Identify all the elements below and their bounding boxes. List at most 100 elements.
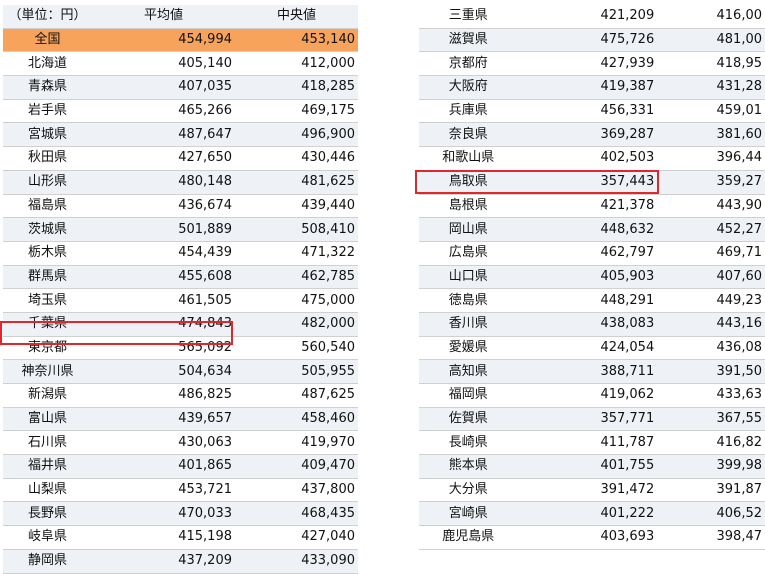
prefecture-cell: 千葉県	[3, 312, 92, 337]
median-value-cell: 427,040	[235, 525, 358, 550]
mean-value-cell: 419,387	[517, 75, 658, 100]
table-row: 石川県 430,063 419,970	[3, 430, 358, 456]
mean-value-cell: 405,903	[517, 265, 658, 290]
table-row: 秋田県 427,650 430,446	[3, 146, 358, 171]
mean-value-cell: 470,033	[92, 501, 235, 527]
prefecture-cell: 岩手県	[3, 99, 92, 124]
mean-value-cell: 415,198	[92, 525, 235, 550]
median-value-cell: 391,50	[657, 359, 765, 384]
table-row: 栃木県 454,439 471,322	[3, 241, 358, 266]
mean-value-cell: 456,331	[517, 99, 658, 124]
table-row: 山形県 480,148 481,625	[3, 170, 358, 195]
median-value-cell: 430,446	[235, 146, 358, 171]
median-value-cell: 433,63	[657, 383, 765, 408]
prefecture-cell: 岡山県	[419, 217, 518, 242]
table-row: 青森県 407,035 418,285	[3, 75, 358, 100]
mean-value-cell: 486,825	[92, 383, 235, 408]
table-row: 福岡県 419,062 433,63	[419, 383, 765, 408]
median-value-cell: 469,175	[235, 99, 358, 124]
prefecture-cell: 宮城県	[3, 122, 92, 148]
mean-value-cell: 419,062	[517, 383, 658, 408]
median-value-cell: 391,87	[657, 478, 765, 503]
median-value-cell: 406,52	[657, 501, 765, 527]
mean-value-cell: 438,083	[517, 312, 658, 337]
prefecture-cell: 奈良県	[419, 122, 518, 148]
mean-value-cell: 430,063	[92, 430, 235, 456]
mean-value-cell: 421,378	[517, 194, 658, 219]
mean-value-cell: 388,711	[517, 359, 658, 384]
prefecture-cell: 大分県	[419, 478, 518, 503]
mean-value-cell: 448,632	[517, 217, 658, 242]
median-value-cell: 412,000	[235, 51, 358, 77]
mean-value-cell: 427,939	[517, 51, 658, 77]
median-value-cell: 367,55	[657, 407, 765, 432]
median-value-cell: 407,60	[657, 265, 765, 290]
median-value-cell: 560,540	[235, 336, 358, 361]
prefecture-cell: 秋田県	[3, 146, 92, 171]
table-row: 山口県 405,903 407,60	[419, 265, 765, 290]
mean-value-cell: 407,035	[92, 75, 235, 100]
mean-value-cell: 427,650	[92, 146, 235, 171]
mean-value-cell: 401,222	[517, 501, 658, 527]
table-row: 愛媛県 424,054 436,08	[419, 336, 765, 361]
prefecture-cell: 兵庫県	[419, 99, 518, 124]
table-row: 全国 454,994 453,140	[3, 28, 358, 53]
prefecture-cell: 愛媛県	[419, 336, 518, 361]
median-value-cell: 398,47	[657, 525, 765, 550]
prefecture-cell: 北海道	[3, 51, 92, 77]
prefecture-cell: 広島県	[419, 241, 518, 266]
prefecture-cell: 長崎県	[419, 430, 518, 456]
table-row: 大阪府 419,387 431,28	[419, 75, 765, 100]
prefecture-cell: 山形県	[3, 170, 92, 195]
median-value-cell: 381,60	[657, 122, 765, 148]
median-value-cell: 418,95	[657, 51, 765, 77]
table-row: 埼玉県 461,505 475,000	[3, 288, 358, 313]
table-row: 広島県 462,797 469,71	[419, 241, 765, 266]
prefecture-cell: 富山県	[3, 407, 92, 432]
median-value-cell: 505,955	[235, 359, 358, 384]
mean-value-cell: 391,472	[517, 478, 658, 503]
table-row: 群馬県 455,608 462,785	[3, 265, 358, 290]
mean-value-cell: 480,148	[92, 170, 235, 195]
table-row: 香川県 438,083 443,16	[419, 312, 765, 337]
mean-value-cell: 403,693	[517, 525, 658, 550]
table-row: 千葉県 474,843 482,000	[3, 312, 358, 337]
table-row: 新潟県 486,825 487,625	[3, 383, 358, 408]
median-value-cell: 508,410	[235, 217, 358, 242]
median-value-cell: 436,08	[657, 336, 765, 361]
mean-value-cell: 369,287	[517, 122, 658, 148]
table-row: 島根県 421,378 443,90	[419, 194, 765, 219]
mean-value-cell: 405,140	[92, 51, 235, 77]
median-value-cell: 416,82	[657, 430, 765, 456]
table-row: 静岡県 437,209 433,090	[3, 549, 358, 574]
mean-value-cell: 504,634	[92, 359, 235, 384]
mean-value-cell: 401,865	[92, 454, 235, 479]
table-row: 神奈川県 504,634 505,955	[3, 359, 358, 384]
prefecture-cell: 福井県	[3, 454, 92, 479]
mean-value-cell: 357,771	[517, 407, 658, 432]
mean-value-cell: 421,209	[517, 5, 658, 29]
table-row: 岩手県 465,266 469,175	[3, 99, 358, 124]
median-value-cell: 496,900	[235, 122, 358, 148]
mean-value-cell: 454,439	[92, 241, 235, 266]
table-row: 岐阜県 415,198 427,040	[3, 525, 358, 550]
mean-value-cell: 501,889	[92, 217, 235, 242]
median-value-cell: 416,00	[657, 5, 765, 29]
table-row: 佐賀県 357,771 367,55	[419, 407, 765, 432]
median-value-cell: 409,470	[235, 454, 358, 479]
mean-value-cell: 453,721	[92, 478, 235, 503]
table-row: 長崎県 411,787 416,82	[419, 430, 765, 456]
prefecture-cell: 徳島県	[419, 288, 518, 313]
table-row: 東京都 565,092 560,540	[3, 336, 358, 361]
prefecture-cell: 高知県	[419, 359, 518, 384]
mean-value-cell: 439,657	[92, 407, 235, 432]
prefecture-cell: 三重県	[419, 5, 518, 29]
median-value-cell: 419,970	[235, 430, 358, 456]
table-row: 福島県 436,674 439,440	[3, 194, 358, 219]
table-row: 大分県 391,472 391,87	[419, 478, 765, 503]
mean-value-cell: 401,755	[517, 454, 658, 479]
mean-value-cell: 565,092	[92, 336, 235, 361]
table-row: 徳島県 448,291 449,23	[419, 288, 765, 313]
median-value-cell: 469,71	[657, 241, 765, 266]
table-row: 兵庫県 456,331 459,01	[419, 99, 765, 124]
